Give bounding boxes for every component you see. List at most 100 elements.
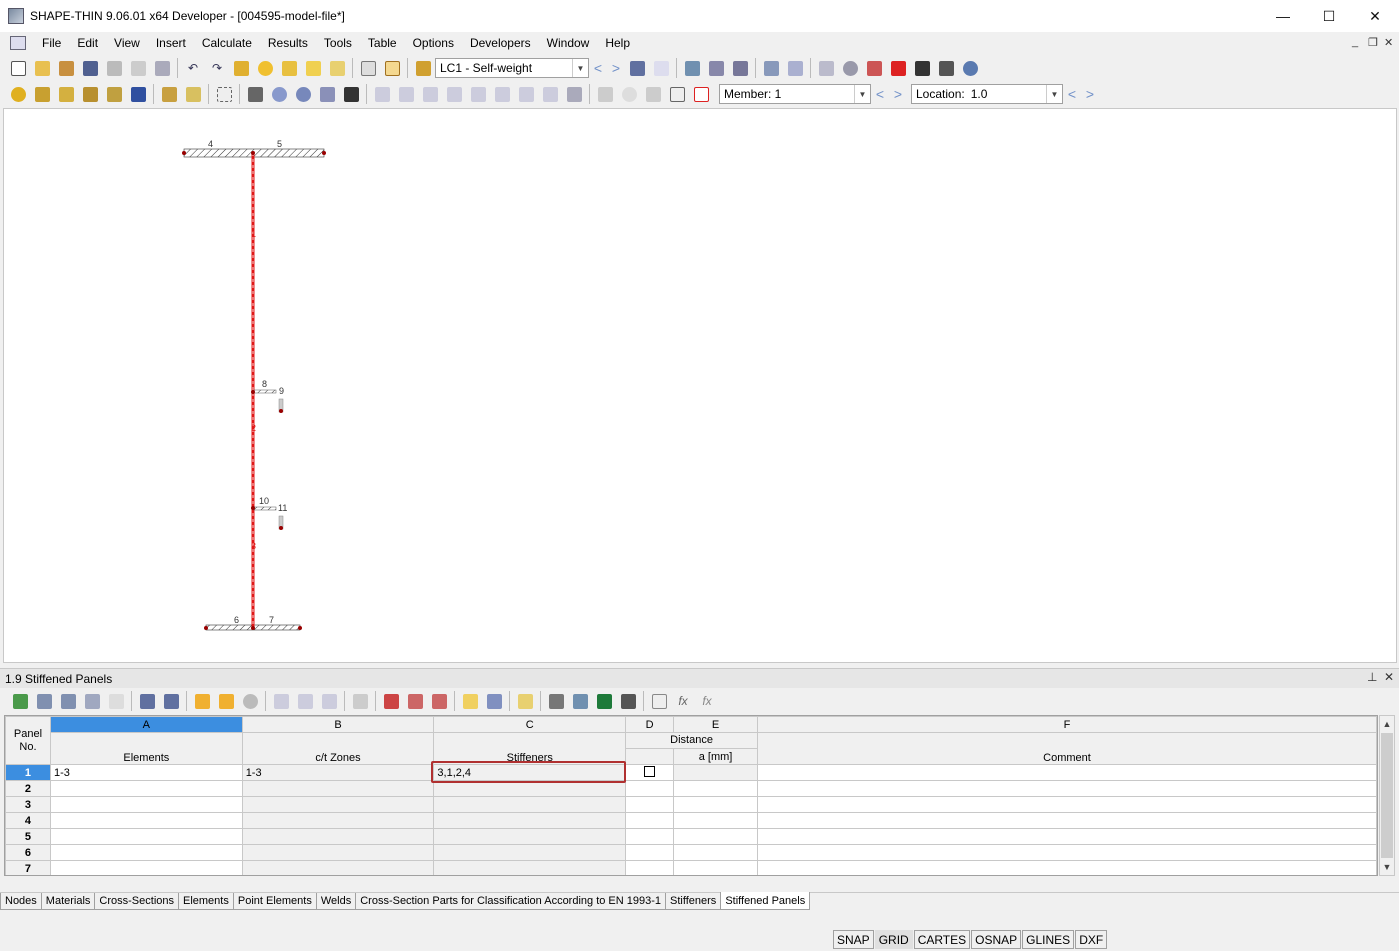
loadcase-icon[interactable]: [412, 57, 434, 79]
column-e-header[interactable]: E: [673, 716, 759, 733]
i-section-icon[interactable]: [340, 83, 362, 105]
table-row[interactable]: 5: [5, 828, 1377, 845]
shear-qu-icon[interactable]: [371, 83, 393, 105]
comment-cell[interactable]: [757, 828, 1377, 845]
rotate-icon[interactable]: [815, 57, 837, 79]
table-calc-icon[interactable]: [569, 690, 591, 712]
stress-points-icon[interactable]: [594, 83, 616, 105]
node-bottom[interactable]: [251, 626, 255, 630]
sigma-x-icon[interactable]: [467, 83, 489, 105]
close-button[interactable]: ✕: [1352, 0, 1398, 32]
generate-next-icon[interactable]: [318, 690, 340, 712]
ct-zones-cell[interactable]: 1-3: [241, 764, 435, 781]
ct-zones-cell[interactable]: [241, 796, 435, 813]
scroll-down-icon[interactable]: ▼: [1380, 859, 1394, 875]
row-number[interactable]: 1: [5, 764, 51, 781]
delete-row-icon[interactable]: [81, 690, 103, 712]
node-6[interactable]: [204, 626, 208, 630]
report-icon[interactable]: [705, 57, 727, 79]
ct-zones-cell[interactable]: [241, 828, 435, 845]
section-properties-icon[interactable]: [316, 83, 338, 105]
distance-checkbox[interactable]: [644, 765, 656, 777]
cartes-toggle[interactable]: CARTES: [913, 930, 971, 949]
sigma-v-icon[interactable]: [515, 83, 537, 105]
menu-edit[interactable]: Edit: [69, 36, 106, 50]
dxf-toggle[interactable]: DXF: [1075, 930, 1108, 949]
ct-zones-cell[interactable]: [241, 844, 435, 861]
node-9[interactable]: [279, 409, 283, 413]
previous-loadcase-icon[interactable]: <: [589, 60, 607, 76]
distance-checkbox-cell[interactable]: [625, 780, 675, 797]
distance-checkbox-cell[interactable]: [625, 828, 675, 845]
delete-element-icon[interactable]: [380, 690, 402, 712]
node-11[interactable]: [279, 526, 283, 530]
stiffener-icon[interactable]: [244, 83, 266, 105]
tau-icon[interactable]: [491, 83, 513, 105]
windows-icon[interactable]: [326, 57, 348, 79]
print-icon[interactable]: [103, 57, 125, 79]
node-7[interactable]: [298, 626, 302, 630]
node-5[interactable]: [322, 151, 326, 155]
node-10[interactable]: [251, 506, 255, 510]
camera-icon[interactable]: [911, 57, 933, 79]
stiffeners-cell[interactable]: [433, 812, 627, 829]
scroll-thumb[interactable]: [1381, 733, 1393, 858]
insert-row-below-icon[interactable]: [57, 690, 79, 712]
node-top[interactable]: [251, 151, 255, 155]
text-format-icon[interactable]: [648, 690, 670, 712]
tab-welds[interactable]: Welds: [315, 893, 357, 910]
menu-developers[interactable]: Developers: [462, 36, 539, 50]
grid-toggle[interactable]: GRID: [874, 930, 913, 949]
sync-selection-icon[interactable]: [215, 690, 237, 712]
elements-cell[interactable]: [49, 828, 243, 845]
table-row[interactable]: 1 1-3 1-3 3,1,2,4: [5, 764, 1377, 781]
row-number[interactable]: 5: [5, 828, 51, 845]
centroid-icon[interactable]: [618, 83, 640, 105]
table-row[interactable]: 7: [5, 860, 1377, 875]
distance-cell[interactable]: [673, 796, 759, 813]
comment-cell[interactable]: [757, 844, 1377, 861]
distance-checkbox-cell[interactable]: [625, 860, 675, 875]
table-row[interactable]: 4: [5, 812, 1377, 829]
mdi-restore-icon[interactable]: ❐: [1368, 36, 1378, 49]
tab-elements[interactable]: Elements: [178, 893, 234, 910]
comment-cell[interactable]: [757, 780, 1377, 797]
export-icon[interactable]: [160, 690, 182, 712]
distance-cell[interactable]: [673, 844, 759, 861]
zoom-icon[interactable]: [268, 83, 290, 105]
section-view-icon[interactable]: [729, 57, 751, 79]
distance-cell[interactable]: [673, 780, 759, 797]
row-number[interactable]: 7: [5, 860, 51, 875]
frame-icon[interactable]: [666, 83, 688, 105]
table-row[interactable]: 6: [5, 844, 1377, 861]
menu-results[interactable]: Results: [260, 36, 316, 50]
table-check-icon[interactable]: [514, 690, 536, 712]
view-options-icon[interactable]: [642, 83, 664, 105]
location-select[interactable]: Location: 1.0 ▼: [911, 84, 1063, 104]
save-icon[interactable]: [79, 57, 101, 79]
generate-icon[interactable]: [270, 690, 292, 712]
row-number[interactable]: 6: [5, 844, 51, 861]
snap-toggle[interactable]: SNAP: [833, 930, 874, 949]
ct-zones-cell[interactable]: [241, 780, 435, 797]
glines-toggle[interactable]: GLINES: [1022, 930, 1075, 949]
elements-cell[interactable]: 1-3: [49, 764, 243, 781]
zoom-window-icon[interactable]: [302, 57, 324, 79]
row-number[interactable]: 4: [5, 812, 51, 829]
screenshot-icon[interactable]: [935, 57, 957, 79]
element-arc-icon[interactable]: [55, 83, 77, 105]
distance-cell[interactable]: [673, 764, 759, 781]
column-b-header[interactable]: B: [241, 716, 435, 733]
search-icon[interactable]: [254, 57, 276, 79]
menu-window[interactable]: Window: [539, 36, 598, 50]
section-icon[interactable]: [127, 83, 149, 105]
element-icon[interactable]: [31, 83, 53, 105]
zoom-delete-icon[interactable]: [292, 83, 314, 105]
menu-options[interactable]: Options: [405, 36, 462, 50]
distance-cell[interactable]: [673, 812, 759, 829]
column-d-header[interactable]: D: [625, 716, 675, 733]
menu-view[interactable]: View: [106, 36, 148, 50]
node-4[interactable]: [182, 151, 186, 155]
refresh-icon[interactable]: [239, 690, 261, 712]
elements-cell[interactable]: [49, 844, 243, 861]
